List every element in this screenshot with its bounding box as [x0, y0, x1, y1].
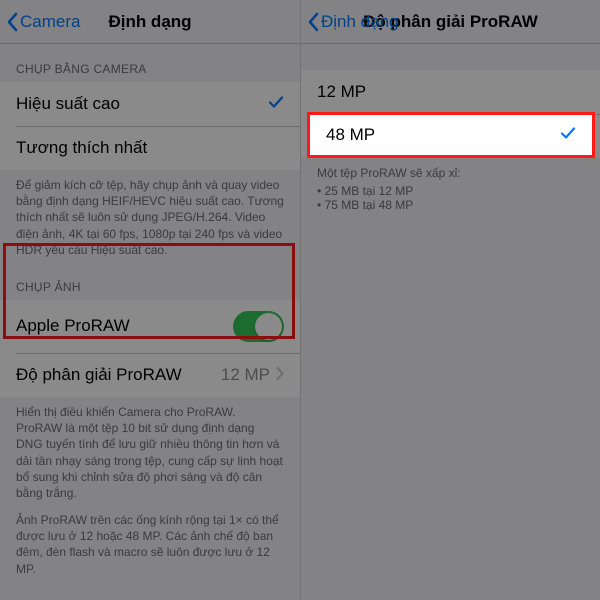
footer-capture: Để giảm kích cỡ tệp, hãy chụp ảnh và qua…	[0, 170, 300, 262]
row-label: Tương thích nhất	[16, 138, 147, 158]
back-button[interactable]: Camera	[6, 0, 80, 43]
bullet: 75 MB tại 48 MP	[317, 198, 584, 212]
footer-photo-1: Hiển thị điều khiển Camera cho ProRAW. P…	[0, 397, 300, 505]
row-label: Độ phân giải ProRAW	[16, 365, 182, 385]
section-header-capture: CHỤP BẰNG CAMERA	[0, 44, 300, 82]
footer-bullets: 25 MB tại 12 MP 75 MB tại 48 MP	[301, 182, 600, 214]
back-label: Camera	[20, 12, 80, 32]
chevron-left-icon	[6, 12, 18, 32]
checkmark-icon	[268, 94, 284, 115]
row-proraw-resolution[interactable]: Độ phân giải ProRAW 12 MP	[0, 353, 300, 397]
chevron-right-icon	[276, 365, 284, 385]
toggle-switch[interactable]	[233, 311, 284, 342]
checkmark-icon	[560, 125, 576, 146]
row-label: 48 MP	[326, 125, 375, 145]
section-header-photo: CHỤP ẢNH	[0, 262, 300, 300]
footer-photo-2: Ảnh ProRAW trên các ống kính rộng tại 1×…	[0, 505, 300, 581]
bullet: 25 MB tại 12 MP	[317, 184, 584, 198]
back-button[interactable]: Định dạng	[307, 0, 399, 43]
row-high-efficiency[interactable]: Hiệu suất cao	[0, 82, 300, 126]
row-label: 12 MP	[317, 82, 366, 102]
row-label: Hiệu suất cao	[16, 94, 120, 114]
highlighted-row-48mp[interactable]: 48 MP	[307, 112, 595, 158]
chevron-left-icon	[307, 12, 319, 32]
navbar: Định dạng Độ phân giải ProRAW	[301, 0, 600, 44]
back-label: Định dạng	[321, 12, 399, 32]
row-12mp[interactable]: 12 MP	[301, 70, 600, 114]
navbar: Camera Định dạng	[0, 0, 300, 44]
row-apple-proraw[interactable]: Apple ProRAW	[0, 300, 300, 353]
row-most-compatible[interactable]: Tương thích nhất	[0, 126, 300, 170]
row-value: 12 MP	[221, 365, 270, 385]
group-photo: Apple ProRAW Độ phân giải ProRAW 12 MP	[0, 300, 300, 397]
section-header-video: QUAY VIDEO	[0, 581, 300, 600]
row-label: Apple ProRAW	[16, 316, 130, 336]
group-capture: Hiệu suất cao Tương thích nhất	[0, 82, 300, 170]
footer-resolution: Một tệp ProRAW sẽ xấp xỉ:	[301, 158, 600, 182]
settings-formats-pane: Camera Định dạng CHỤP BẰNG CAMERA Hiệu s…	[0, 0, 300, 600]
settings-proraw-resolution-pane: Định dạng Độ phân giải ProRAW 12 MP 48 M…	[300, 0, 600, 600]
